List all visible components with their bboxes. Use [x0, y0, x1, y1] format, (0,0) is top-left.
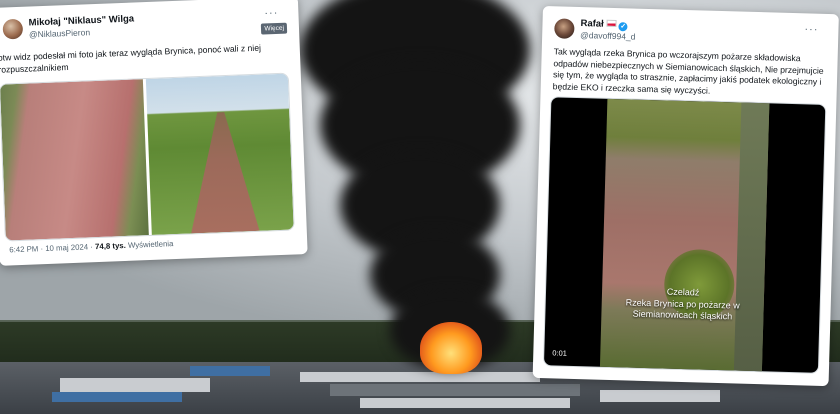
avatar[interactable] [554, 18, 575, 39]
tweet-header: Mikołaj "Niklaus" Wilga @NiklausPieron ·… [2, 7, 289, 48]
river-bank [733, 102, 770, 374]
tweet-text: Tak wygląda rzeka Brynica po wczorajszym… [552, 46, 824, 96]
river [187, 111, 260, 234]
avatar[interactable] [2, 18, 24, 40]
author-handle[interactable]: @NiklausPieron [29, 27, 90, 39]
author-name[interactable]: Mikołaj "Niklaus" Wilga [28, 13, 134, 28]
river-photo-2[interactable] [145, 73, 294, 235]
poland-flag-icon [606, 19, 617, 28]
author-name[interactable]: Rafał [580, 18, 604, 30]
views-count: 74,8 tys. [94, 240, 126, 252]
video-timestamp: 0:01 [552, 348, 568, 358]
building-roof [52, 392, 182, 402]
building-roof [360, 398, 570, 408]
building-roof [330, 384, 580, 396]
views-label: Wyświetlenia [125, 239, 174, 250]
building-roof [300, 372, 540, 382]
building-roof [600, 390, 720, 402]
tweet-time[interactable]: 6:42 PM · 10 maj 2024 · [9, 242, 95, 254]
more-options-icon[interactable]: ··· [264, 7, 278, 20]
video-frame[interactable] [599, 98, 770, 374]
tweet-video[interactable]: Czeladź Rzeka Brynica po pożarze w Siemi… [542, 96, 827, 374]
video-caption: Czeladź Rzeka Brynica po pożarze w Siemi… [601, 285, 764, 324]
author-handle[interactable]: @davoff994_d [580, 30, 636, 42]
fire [420, 322, 482, 374]
verified-icon: ✓ [618, 22, 628, 32]
tweet-text: otw widz podesłał mi foto jak teraz wygl… [0, 42, 262, 75]
more-options-icon[interactable]: ··· [804, 23, 818, 35]
tweet-media[interactable] [0, 72, 295, 242]
building-roof [190, 366, 270, 376]
tweet-card-left[interactable]: Mikołaj "Niklaus" Wilga @NiklausPieron ·… [0, 0, 308, 266]
tweet-meta: 6:42 PM · 10 maj 2024 · 74,8 tys. Wyświe… [9, 239, 173, 254]
building-roof [60, 378, 210, 392]
tweet-card-right[interactable]: Rafał ✓ @davoff994_d ··· Tak wygląda rzek… [532, 6, 839, 387]
river-photo-1[interactable] [0, 79, 149, 241]
tooltip: Więcej [261, 22, 288, 35]
